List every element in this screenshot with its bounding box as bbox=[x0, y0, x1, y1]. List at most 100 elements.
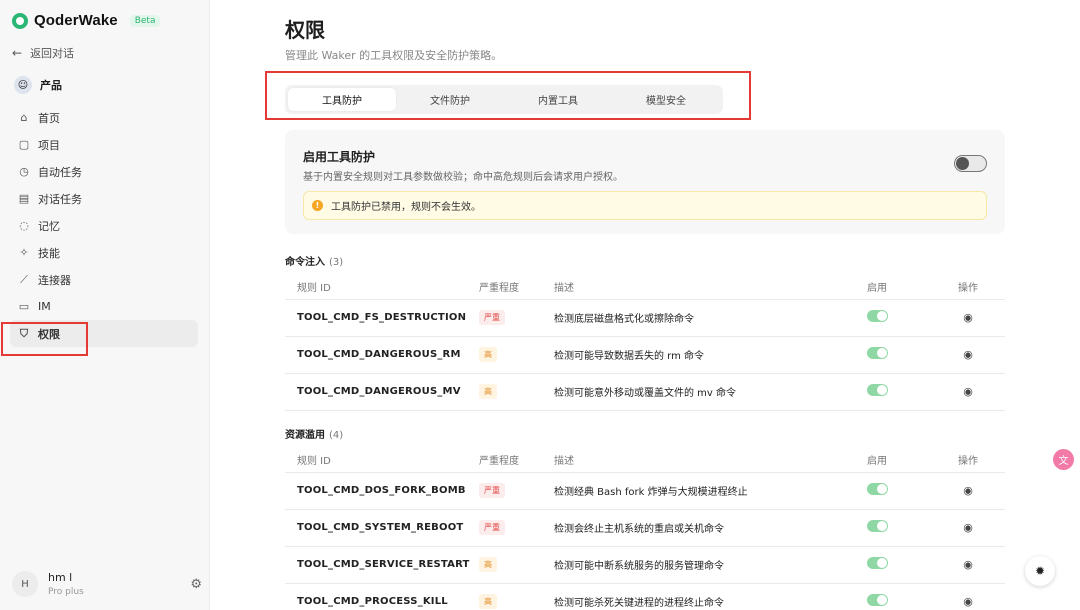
rule-id: TOOL_CMD_DANGEROUS_MV bbox=[297, 386, 461, 397]
rule-description: 检测经典 Bash fork 炸弹与大规模进程终止 bbox=[554, 472, 867, 510]
back-to-chat-link[interactable]: ← 返回对话 bbox=[12, 45, 74, 61]
workspace-selector[interactable]: ☺ 产品 bbox=[14, 76, 62, 94]
sidebar-item-label: 记忆 bbox=[38, 219, 60, 233]
sidebar-item-0[interactable]: ⌂ 首页 bbox=[10, 104, 198, 131]
column-header-enabled: 启用 bbox=[867, 275, 949, 300]
rule-enabled-toggle[interactable] bbox=[867, 384, 888, 396]
severity-cell: 高 bbox=[479, 336, 554, 374]
folder-icon: ▢ bbox=[18, 138, 30, 151]
rule-description: 检测可能意外移动或覆盖文件的 mv 命令 bbox=[554, 373, 867, 411]
eye-icon[interactable]: ◉ bbox=[963, 521, 973, 534]
rule-enabled-toggle[interactable] bbox=[867, 520, 888, 532]
page-subtitle: 管理此 Waker 的工具权限及安全防护策略。 bbox=[285, 49, 503, 62]
column-header-desc: 描述 bbox=[554, 275, 867, 300]
protection-title: 启用工具防护 bbox=[303, 150, 376, 164]
enabled-cell bbox=[867, 472, 949, 510]
rule-enabled-toggle[interactable] bbox=[867, 557, 888, 569]
column-header-desc: 描述 bbox=[554, 448, 867, 473]
sidebar-item-7[interactable]: ▭ IM bbox=[10, 293, 198, 320]
action-cell: ◉ bbox=[949, 299, 1005, 337]
rule-enabled-toggle[interactable] bbox=[867, 483, 888, 495]
table-row: TOOL_CMD_DANGEROUS_RM 高 检测可能导致数据丢失的 rm 命令 ◉ bbox=[285, 336, 1005, 374]
clock-icon: ◷ bbox=[19, 165, 29, 178]
sidebar-item-label: IM bbox=[38, 300, 51, 313]
sidebar-item-label: 自动任务 bbox=[38, 165, 82, 179]
severity-cell: 高 bbox=[479, 373, 554, 411]
rule-id-cell: TOOL_CMD_DANGEROUS_MV bbox=[285, 373, 479, 411]
calendar-icon: ▤ bbox=[18, 192, 30, 205]
sidebar-item-3[interactable]: ▤ 对话任务 bbox=[10, 185, 198, 212]
protection-toggle[interactable] bbox=[954, 155, 987, 172]
action-cell: ◉ bbox=[949, 472, 1005, 510]
sidebar-item-6[interactable]: ⟋ 连接器 bbox=[10, 266, 198, 293]
rule-id: TOOL_CMD_DANGEROUS_RM bbox=[297, 349, 461, 360]
enabled-cell bbox=[867, 373, 949, 411]
user-plan: Pro plus bbox=[48, 587, 84, 597]
sidebar-item-2[interactable]: ◷ 自动任务 bbox=[10, 158, 198, 185]
bug-report-icon[interactable]: ✹ bbox=[1025, 556, 1055, 586]
brand-name: QoderWake bbox=[34, 12, 118, 29]
section-resource-abuse: 资源滥用 (4) 规则 ID 严重程度 描述 启用 操作 TOOL_CMD_DOS_FORK_… bbox=[285, 426, 1005, 610]
rule-enabled-toggle[interactable] bbox=[867, 594, 888, 606]
rule-description: 检测可能杀死关键进程的进程终止命令 bbox=[554, 583, 867, 610]
eye-icon[interactable]: ◉ bbox=[963, 558, 973, 571]
sidebar-item-4[interactable]: ◌ 记忆 bbox=[10, 212, 198, 239]
enabled-cell bbox=[867, 546, 949, 584]
table-row: TOOL_CMD_SYSTEM_REBOOT 严重 检测会终止主机系统的重启或关机命… bbox=[285, 509, 1005, 547]
rule-id-cell: TOOL_CMD_DOS_FORK_BOMB bbox=[285, 472, 479, 510]
severity-badge: 高 bbox=[479, 384, 497, 399]
rule-enabled-toggle[interactable] bbox=[867, 310, 888, 322]
severity-badge: 高 bbox=[479, 594, 497, 609]
disabled-warning: ! 工具防护已禁用，规则不会生效。 bbox=[303, 191, 987, 220]
home-icon: ⌂ bbox=[20, 111, 28, 124]
action-cell: ◉ bbox=[949, 546, 1005, 584]
severity-badge: 严重 bbox=[479, 483, 505, 498]
sidebar-item-label: 技能 bbox=[38, 246, 60, 260]
column-header-id: 规则 ID bbox=[285, 448, 479, 473]
highlight-box-sidebar bbox=[1, 322, 88, 356]
rule-enabled-toggle[interactable] bbox=[867, 347, 888, 359]
main-content: 权限 管理此 Waker 的工具权限及安全防护策略。 工具防护 文件防护 内置工… bbox=[210, 0, 1080, 610]
eye-icon[interactable]: ◉ bbox=[963, 595, 973, 608]
severity-badge: 高 bbox=[479, 557, 497, 572]
rule-description: 检测会终止主机系统的重启或关机命令 bbox=[554, 509, 867, 547]
user-name: hm l bbox=[48, 571, 73, 584]
sidebar-item-label: 连接器 bbox=[38, 273, 71, 287]
severity-badge: 高 bbox=[479, 347, 497, 362]
action-cell: ◉ bbox=[949, 336, 1005, 374]
rule-id-cell: TOOL_CMD_PROCESS_KILL bbox=[285, 583, 479, 610]
table-header-row: 规则 ID 严重程度 描述 启用 操作 bbox=[285, 275, 1005, 300]
translate-icon[interactable]: 文 bbox=[1053, 449, 1074, 470]
warning-text: 工具防护已禁用，规则不会生效。 bbox=[331, 202, 481, 213]
column-header-severity: 严重程度 bbox=[479, 275, 554, 300]
rule-id-cell: TOOL_CMD_SERVICE_RESTART bbox=[285, 546, 479, 584]
brand-logo[interactable]: QoderWake Beta bbox=[12, 12, 161, 29]
eye-icon[interactable]: ◉ bbox=[963, 311, 973, 324]
table-row: TOOL_CMD_DANGEROUS_MV 高 检测可能意外移动或覆盖文件的 mv … bbox=[285, 373, 1005, 411]
column-header-id: 规则 ID bbox=[285, 275, 479, 300]
section-title: 资源滥用 (4) bbox=[285, 426, 1005, 442]
eye-icon[interactable]: ◉ bbox=[963, 348, 973, 361]
gear-icon[interactable]: ⚙ bbox=[190, 577, 202, 592]
enabled-cell bbox=[867, 299, 949, 337]
action-cell: ◉ bbox=[949, 509, 1005, 547]
rules-table: 规则 ID 严重程度 描述 启用 操作 TOOL_CMD_DOS_FORK_BOMB 严重检… bbox=[285, 448, 1005, 610]
severity-badge: 严重 bbox=[479, 310, 505, 325]
section-command-injection: 命令注入 (3) 规则 ID 严重程度 描述 启用 操作 TOOL_CMD_FS_DESTRU… bbox=[285, 253, 1005, 411]
enabled-cell bbox=[867, 583, 949, 610]
rule-id: TOOL_CMD_PROCESS_KILL bbox=[297, 596, 448, 607]
sidebar-item-label: 项目 bbox=[38, 138, 60, 152]
table-row: TOOL_CMD_FS_DESTRUCTION 严重 检测底层磁盘格式化或擦除命令 ◉ bbox=[285, 299, 1005, 337]
sidebar-item-1[interactable]: ▢ 项目 bbox=[10, 131, 198, 158]
memory-icon: ◌ bbox=[19, 219, 29, 232]
enabled-cell bbox=[867, 509, 949, 547]
sidebar-item-5[interactable]: ✧ 技能 bbox=[10, 239, 198, 266]
severity-badge: 严重 bbox=[479, 520, 505, 535]
protection-description: 基于内置安全规则对工具参数做校验；命中高危规则后会请求用户授权。 bbox=[303, 172, 623, 183]
rules-table: 规则 ID 严重程度 描述 启用 操作 TOOL_CMD_FS_DESTRUCTION 严重… bbox=[285, 275, 1005, 411]
severity-cell: 高 bbox=[479, 546, 554, 584]
eye-icon[interactable]: ◉ bbox=[963, 385, 973, 398]
eye-icon[interactable]: ◉ bbox=[963, 484, 973, 497]
user-avatar: H bbox=[12, 571, 38, 597]
user-profile[interactable]: H hm l Pro plus ⚙ bbox=[12, 571, 202, 597]
